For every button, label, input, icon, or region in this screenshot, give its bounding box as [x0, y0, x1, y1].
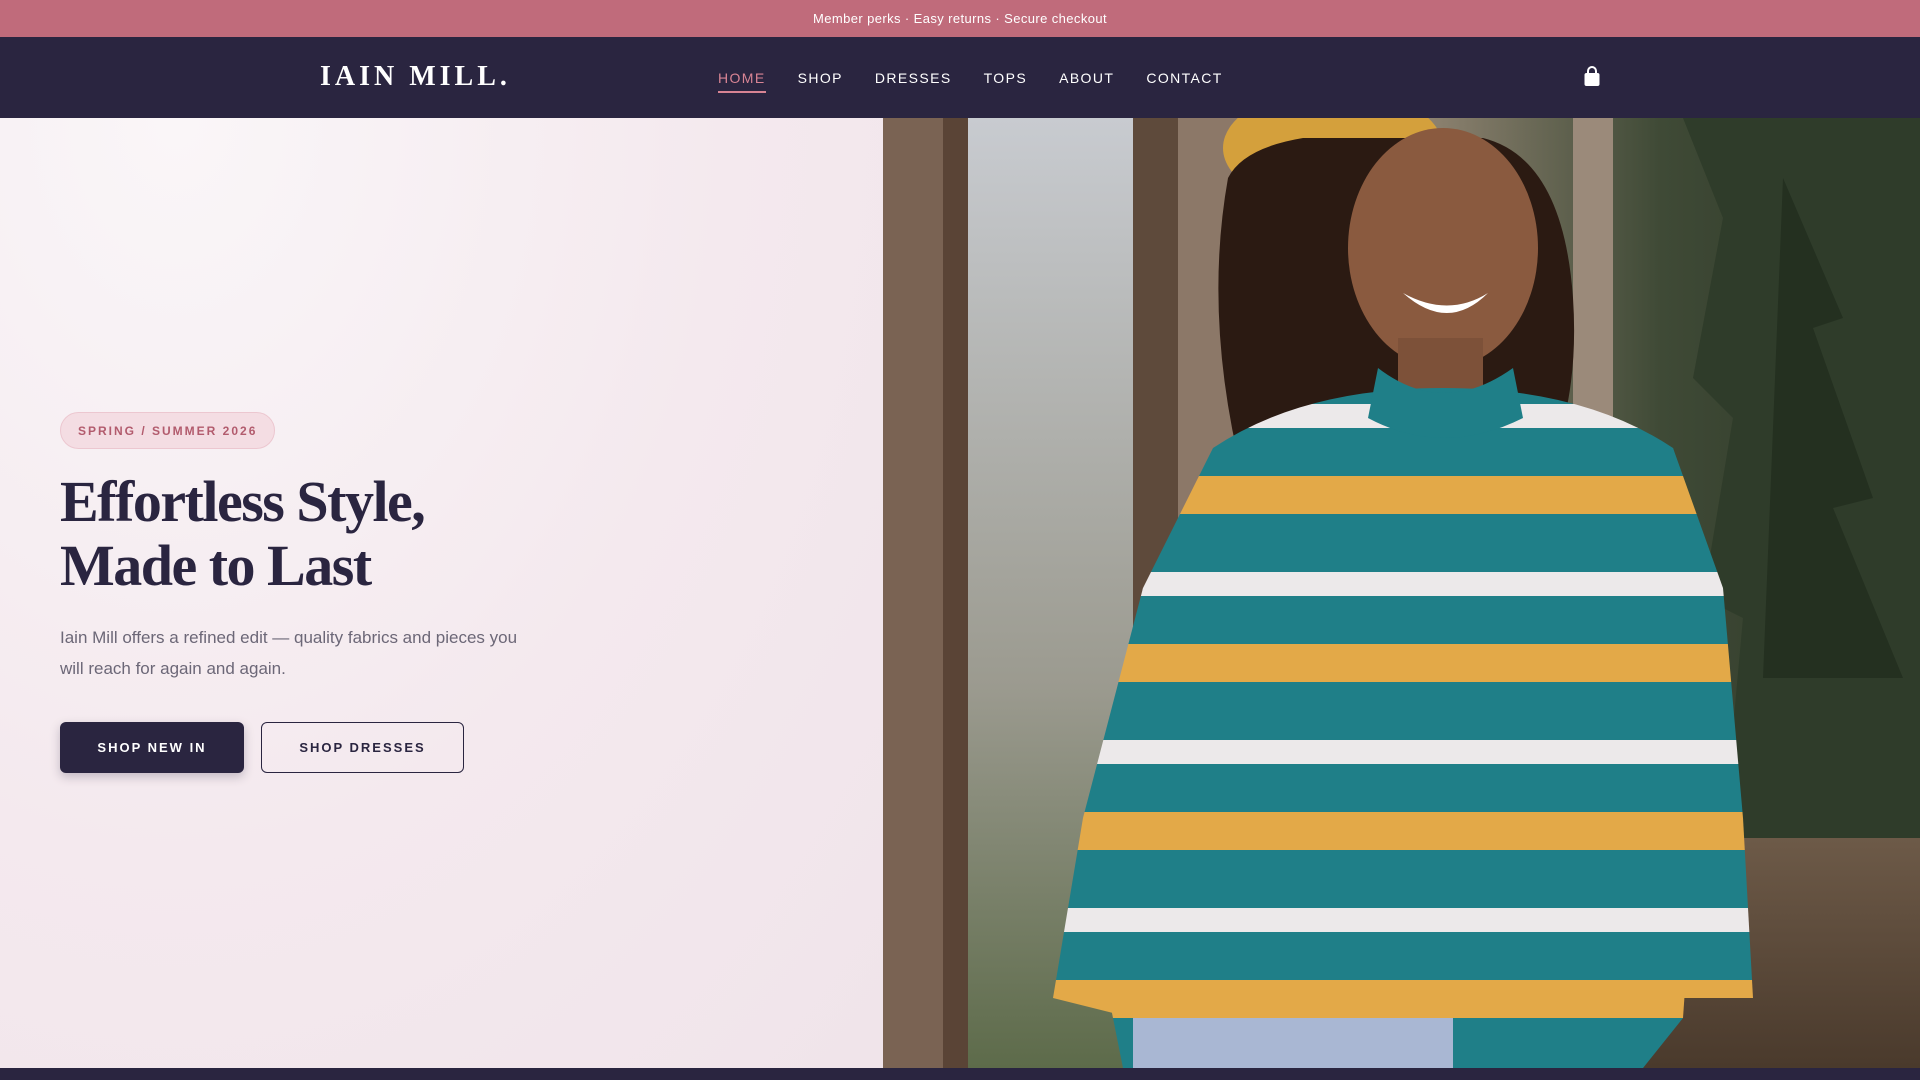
announcement-bar: Member perks · Easy returns · Secure che…: [0, 0, 1920, 37]
brand-logo[interactable]: IAIN MILL.: [320, 61, 511, 93]
nav-link-home[interactable]: HOME: [718, 64, 766, 93]
nav-link-shop[interactable]: SHOP: [798, 64, 843, 92]
hero-content: SPRING / SUMMER 2026 Effortless Style, M…: [0, 118, 883, 1068]
main-nav: HOME SHOP DRESSES TOPS ABOUT CONTACT: [718, 37, 1223, 118]
shop-new-in-button[interactable]: SHOP NEW IN: [60, 722, 244, 773]
hero-photo: [883, 118, 1920, 1068]
nav-link-dresses[interactable]: DRESSES: [875, 64, 952, 92]
nav-link-tops[interactable]: TOPS: [984, 64, 1027, 92]
hero-title-line-2: Made to Last: [60, 533, 372, 598]
hero-title-line-1: Effortless Style,: [60, 469, 426, 534]
announcement-text: Member perks · Easy returns · Secure che…: [813, 11, 1107, 26]
site-header: IAIN MILL. HOME SHOP DRESSES TOPS ABOUT …: [0, 37, 1920, 118]
shop-dresses-button[interactable]: SHOP DRESSES: [261, 722, 464, 773]
nav-link-contact[interactable]: CONTACT: [1146, 64, 1222, 92]
hero-title: Effortless Style, Made to Last: [60, 470, 660, 598]
shopping-bag-icon[interactable]: [1582, 66, 1602, 88]
season-badge: SPRING / SUMMER 2026: [60, 412, 276, 449]
hero-description: Iain Mill offers a refined edit — qualit…: [60, 628, 518, 678]
nav-link-about[interactable]: ABOUT: [1059, 64, 1114, 92]
